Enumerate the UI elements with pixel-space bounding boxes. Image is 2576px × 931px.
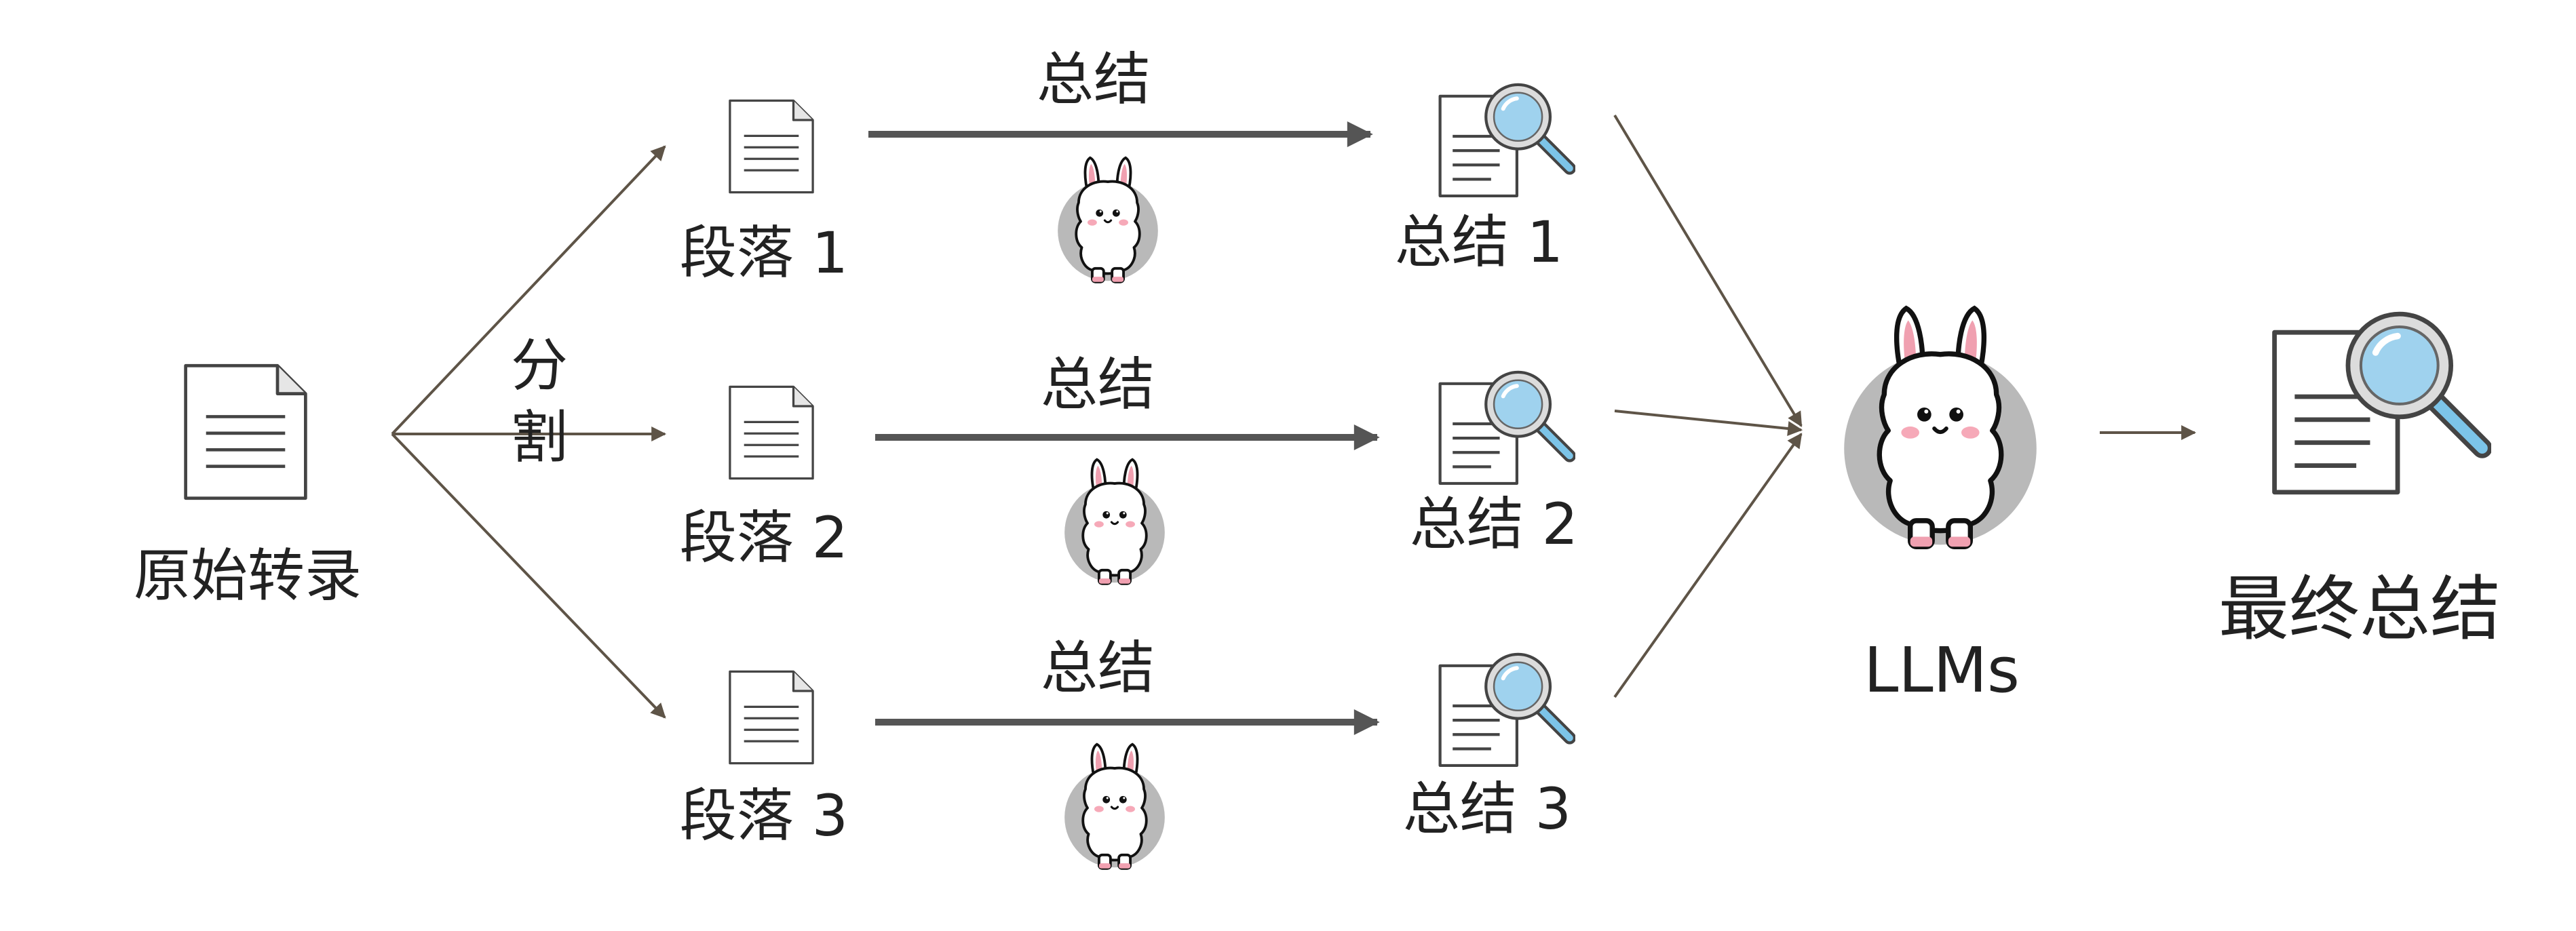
summary-3-label: 总结 3 xyxy=(1403,776,1571,842)
summarize-edge-3-label: 总结 xyxy=(1041,635,1155,701)
merge-arrow-1 xyxy=(1613,114,1803,427)
source-label: 原始转录 xyxy=(134,542,362,609)
summary-3-document-search-icon xyxy=(1440,654,1570,766)
llm-llama-icon xyxy=(1844,309,2037,547)
llm-label: LLMs xyxy=(1864,634,2020,707)
summarize-edge-1-llama-icon xyxy=(1056,156,1159,283)
final-label: 最终总结 xyxy=(2218,568,2501,650)
final-document-search-icon xyxy=(2275,314,2482,492)
split-arrow-3 xyxy=(391,433,666,719)
summary-1-label: 总结 1 xyxy=(1395,209,1563,275)
summary-2-label: 总结 2 xyxy=(1410,491,1578,557)
segment-3-label: 段落 3 xyxy=(680,783,848,849)
split-label-line2: 割 xyxy=(511,404,568,471)
source-document-icon xyxy=(186,365,306,498)
summarize-edge-2-llama-icon xyxy=(1063,458,1166,585)
merge-arrow-2 xyxy=(1614,410,1803,436)
segment-2-label: 段落 2 xyxy=(680,504,848,571)
segment-1-document-icon xyxy=(729,99,814,194)
summarize-edge-3-llama-icon xyxy=(1063,742,1166,870)
split-label-line1: 分 xyxy=(511,332,568,399)
summary-2-document-search-icon xyxy=(1440,372,1570,483)
diagram-canvas: 原始转录 分 割 段落 1 段落 2 段落 3 总结 总结 总结 总结 1 总结… xyxy=(134,46,2501,870)
segment-1-label: 段落 1 xyxy=(680,220,848,286)
summarize-edge-1-label: 总结 xyxy=(1037,46,1151,113)
summarize-edge-2-label: 总结 xyxy=(1041,351,1155,418)
segment-2-document-icon xyxy=(729,385,814,480)
segment-3-document-icon xyxy=(729,670,814,765)
summary-1-document-search-icon xyxy=(1440,85,1570,196)
merge-arrow-3 xyxy=(1613,433,1803,698)
